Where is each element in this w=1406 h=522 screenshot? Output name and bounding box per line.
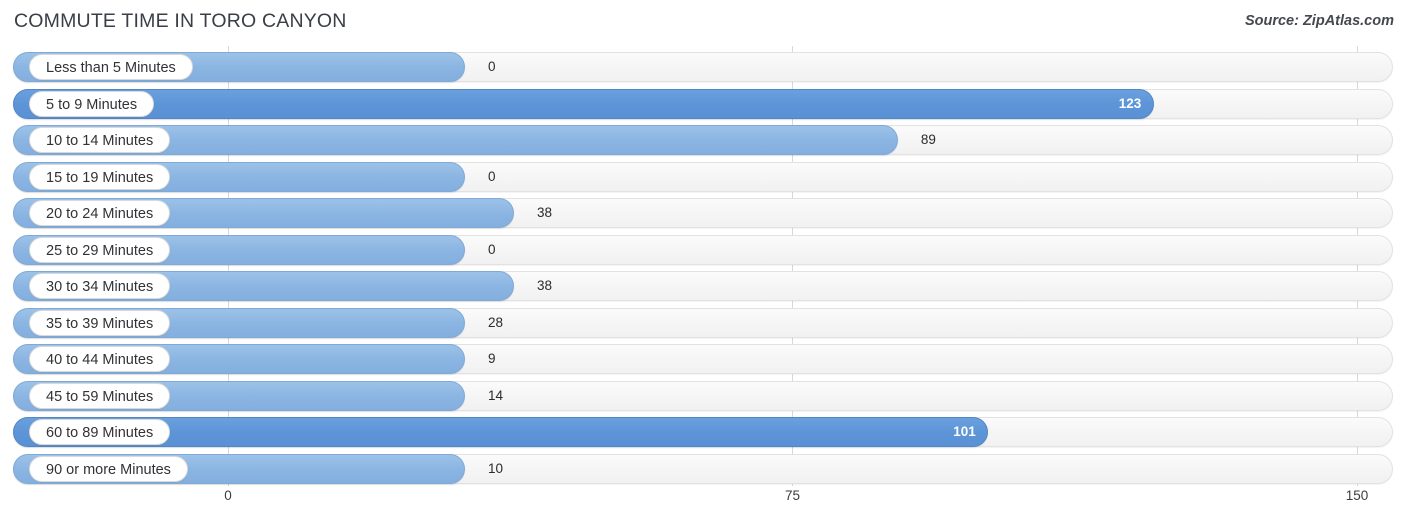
bar-category-label: 60 to 89 Minutes: [29, 419, 171, 445]
bar-category-label: 90 or more Minutes: [29, 455, 188, 482]
bar-row[interactable]: 5 to 9 Minutes 123: [13, 88, 1393, 119]
bar-category-label: 40 to 44 Minutes: [29, 346, 171, 372]
bar-row[interactable]: 15 to 19 Minutes 0: [13, 161, 1393, 192]
x-axis: 0 75 150: [0, 486, 1406, 522]
bar-value-label: 89: [920, 132, 936, 147]
bar-row[interactable]: 35 to 39 Minutes 28: [13, 307, 1393, 338]
page-title: COMMUTE TIME IN TORO CANYON: [14, 10, 347, 32]
bar-row[interactable]: 40 to 44 Minutes 9: [13, 344, 1393, 374]
bar-value-label: 123: [1118, 95, 1142, 111]
bar-row[interactable]: 60 to 89 Minutes 101: [13, 417, 1393, 447]
chart-header: COMMUTE TIME IN TORO CANYON Source: ZipA…: [0, 0, 1406, 44]
bar-value-label: 10: [488, 460, 504, 476]
bar-row[interactable]: 10 to 14 Minutes 89: [13, 125, 1393, 155]
bar-value-label: 14: [488, 387, 504, 403]
bar-value-label: 9: [488, 351, 496, 366]
bar-value-label: 0: [488, 59, 496, 74]
source-attribution: Source: ZipAtlas.com: [1244, 13, 1394, 29]
x-axis-tick-150: 150: [1345, 488, 1369, 503]
bar-category-label: 30 to 34 Minutes: [29, 273, 171, 299]
bar-category-label: 5 to 9 Minutes: [29, 90, 155, 117]
bar-row[interactable]: 20 to 24 Minutes 38: [13, 198, 1393, 228]
bar-value-label: 38: [537, 278, 553, 293]
x-axis-tick-0: 0: [224, 488, 232, 503]
bar-category-label: Less than 5 Minutes: [29, 54, 193, 80]
bar-row[interactable]: 90 or more Minutes 10: [13, 453, 1393, 484]
bar-row[interactable]: 30 to 34 Minutes 38: [13, 271, 1393, 301]
bar-category-label: 25 to 29 Minutes: [29, 236, 171, 263]
bar-value-label: 38: [537, 205, 553, 220]
bar-category-label: 15 to 19 Minutes: [29, 163, 171, 190]
bar-category-label: 10 to 14 Minutes: [29, 127, 171, 153]
x-axis-tick-75: 75: [784, 488, 801, 503]
bar-row[interactable]: Less than 5 Minutes 0: [13, 52, 1393, 82]
bar-value-label: 0: [488, 241, 496, 257]
bar-row[interactable]: 25 to 29 Minutes 0: [13, 234, 1393, 265]
bar-row[interactable]: 45 to 59 Minutes 14: [13, 380, 1393, 411]
bar-value-label: 28: [488, 314, 504, 330]
bar[interactable]: [13, 88, 1154, 119]
bar-value-label: 0: [488, 168, 496, 184]
bar-category-label: 35 to 39 Minutes: [29, 309, 171, 336]
bar-category-label: 45 to 59 Minutes: [29, 382, 171, 409]
bar-value-label: 101: [953, 424, 976, 439]
bar-category-label: 20 to 24 Minutes: [29, 200, 171, 226]
chart-plot-area: Less than 5 Minutes 0 5 to 9 Minutes 123 10 …: [0, 46, 1406, 486]
